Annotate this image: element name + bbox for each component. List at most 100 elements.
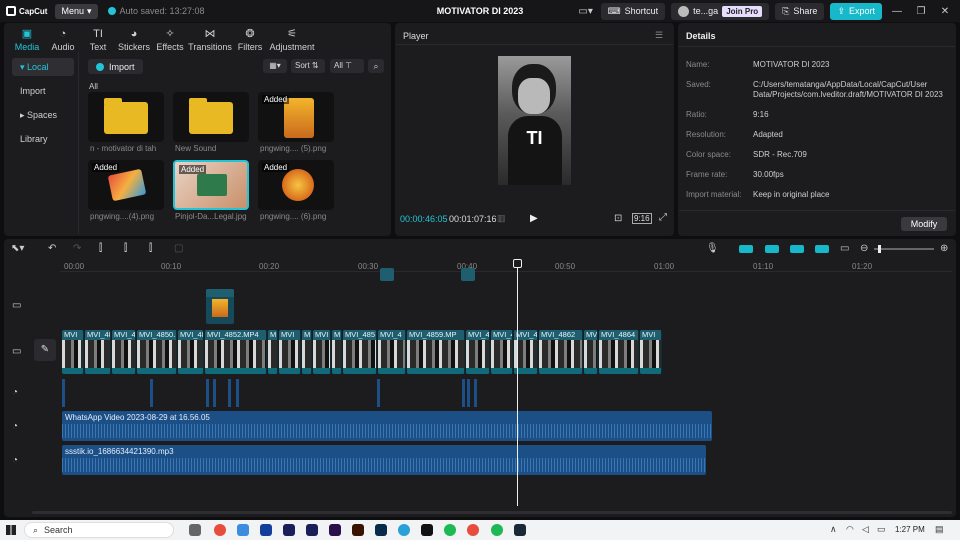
video-clip[interactable]: MVI_4 — [491, 330, 513, 374]
chrome-icon[interactable] — [214, 524, 226, 536]
telegram-icon[interactable] — [398, 524, 410, 536]
video-clip[interactable]: MVI_4852.MP4 — [205, 330, 267, 374]
shortcut-button[interactable]: ⌨ Shortcut — [600, 2, 666, 20]
tab-text[interactable]: TI Text — [80, 29, 116, 53]
fullscreen-icon[interactable]: ⤢ — [659, 212, 667, 223]
audio-marker[interactable] — [228, 379, 231, 407]
split-right-icon[interactable]: ⫿ — [149, 243, 152, 254]
magnet-icon[interactable] — [765, 245, 779, 253]
premiere-icon[interactable] — [329, 524, 341, 536]
audio-marker[interactable] — [206, 379, 209, 407]
wifi-icon[interactable]: ◠ — [846, 524, 854, 535]
video-clip[interactable]: MVI — [313, 330, 331, 374]
video-clip[interactable]: MVI_485 — [343, 330, 377, 374]
timeline-scrollbar[interactable] — [32, 511, 952, 514]
zoom-slider-thumb[interactable] — [878, 245, 881, 253]
video-clip[interactable]: MVI_4 — [378, 330, 406, 374]
audio-clip-whatsapp[interactable]: WhatsApp Video 2023-08-29 at 16.56.05 — [62, 411, 712, 441]
tab-transitions[interactable]: ⋈ Transitions — [188, 29, 232, 53]
task-view-icon[interactable] — [189, 524, 201, 536]
sort-button[interactable]: Sort ⇅ — [291, 59, 325, 73]
after-effects-icon[interactable] — [283, 524, 295, 536]
video-clip[interactable]: MVI_4859.MP — [407, 330, 465, 374]
video-clip[interactable]: MVI — [584, 330, 598, 374]
microphone-icon[interactable]: 🎙 — [706, 243, 719, 254]
chrome-icon[interactable] — [467, 524, 479, 536]
video-preview[interactable]: TI — [498, 56, 571, 185]
audio-marker[interactable] — [213, 379, 216, 407]
sticker-clip[interactable] — [380, 268, 394, 281]
tab-adjustment[interactable]: ⚟ Adjustment — [268, 29, 316, 53]
audio-marker[interactable] — [377, 379, 380, 407]
tab-audio[interactable]: ◔ Audio — [46, 29, 80, 53]
media-item-folder-1[interactable] — [88, 92, 164, 142]
video-clip[interactable]: M — [302, 330, 312, 374]
audio-track-icon[interactable]: ◔ — [12, 421, 18, 432]
undo-icon[interactable]: ↶ — [48, 243, 56, 254]
tab-filters[interactable]: ❂ Filters — [232, 29, 268, 53]
media-item-png-5[interactable]: Added — [258, 92, 334, 142]
media-item-png-6[interactable]: Added — [258, 160, 334, 210]
video-clip[interactable]: MVI_48 — [85, 330, 111, 374]
chain-icon[interactable] — [790, 245, 804, 253]
menu-button[interactable]: Menu ▾ — [55, 3, 98, 19]
audio-marker[interactable] — [467, 379, 470, 407]
split-left-icon[interactable]: ⫿ — [124, 243, 127, 254]
sidebar-item-library[interactable]: Library — [12, 130, 74, 148]
media-item-png-4[interactable]: Added — [88, 160, 164, 210]
track-visibility-icon[interactable]: ▭ — [12, 346, 21, 357]
ratio-button[interactable]: 9:16 — [632, 213, 652, 224]
capcut-taskbar-icon[interactable] — [421, 524, 433, 536]
audio-marker[interactable] — [474, 379, 477, 407]
whatsapp-icon[interactable] — [491, 524, 503, 536]
video-clip[interactable]: MVI — [62, 330, 84, 374]
cover-edit-icon[interactable]: ✎ — [34, 339, 56, 361]
sidebar-item-import[interactable]: Import — [12, 82, 74, 100]
zoom-slider[interactable] — [874, 245, 934, 253]
battery-icon[interactable]: ▭ — [877, 524, 886, 535]
sidebar-item-local[interactable]: ▾ Local — [12, 58, 74, 76]
tab-effects[interactable]: ✧ Effects — [152, 29, 188, 53]
track-visibility-icon[interactable]: ▭ — [12, 300, 21, 311]
app-icon[interactable] — [514, 524, 526, 536]
sticker-clip[interactable] — [461, 268, 475, 281]
video-clip[interactable]: MVI_4851 — [178, 330, 204, 374]
layout-icon[interactable]: ▭▾ — [577, 6, 595, 17]
windows-start-icon[interactable] — [6, 525, 16, 535]
spotify-icon[interactable] — [444, 524, 456, 536]
tab-media[interactable]: ▣ Media — [8, 29, 46, 53]
video-clip[interactable]: M — [332, 330, 342, 374]
caption-icon[interactable]: ▭ — [840, 243, 849, 254]
app-icon[interactable] — [306, 524, 318, 536]
tray-chevron-icon[interactable]: ∧ — [830, 524, 837, 535]
fit-icon[interactable]: ⊡ — [614, 213, 622, 224]
video-clip[interactable]: MVI — [279, 330, 301, 374]
select-tool-icon[interactable]: ⬉▾ — [11, 243, 24, 254]
audio-marker[interactable] — [462, 379, 465, 407]
video-clip[interactable]: MVI_4 — [466, 330, 490, 374]
video-clip[interactable]: MVI — [640, 330, 662, 374]
join-pro-badge[interactable]: Join Pro — [722, 5, 763, 17]
user-button[interactable]: te...ga Join Pro — [671, 2, 770, 20]
overlay-clip[interactable] — [206, 289, 234, 324]
audio-track-icon[interactable]: ◔ — [12, 455, 18, 466]
audio-marker[interactable] — [150, 379, 153, 407]
close-icon[interactable]: ✕ — [936, 6, 954, 17]
media-item-jpg[interactable]: Added — [173, 160, 249, 210]
filter-button[interactable]: All ⊤ — [330, 59, 364, 73]
volume-icon[interactable]: ◁ — [862, 524, 869, 535]
import-button[interactable]: Import — [88, 59, 143, 74]
export-button[interactable]: ⇪ Export — [830, 2, 882, 20]
video-clip[interactable]: M — [268, 330, 278, 374]
audio-marker[interactable] — [62, 379, 65, 407]
modify-button[interactable]: Modify — [901, 217, 947, 231]
tab-stickers[interactable]: ◕ Stickers — [116, 29, 152, 53]
audio-track-icon[interactable]: ◔ — [12, 387, 18, 398]
media-item-folder-2[interactable] — [173, 92, 249, 142]
preview-axis-icon[interactable] — [815, 245, 829, 253]
split-icon[interactable]: ⫿ — [99, 243, 102, 254]
photoshop-icon[interactable] — [375, 524, 387, 536]
link-icon[interactable] — [739, 245, 753, 253]
explorer-icon[interactable] — [237, 524, 249, 536]
video-clip[interactable]: MVI_4864 — [599, 330, 639, 374]
